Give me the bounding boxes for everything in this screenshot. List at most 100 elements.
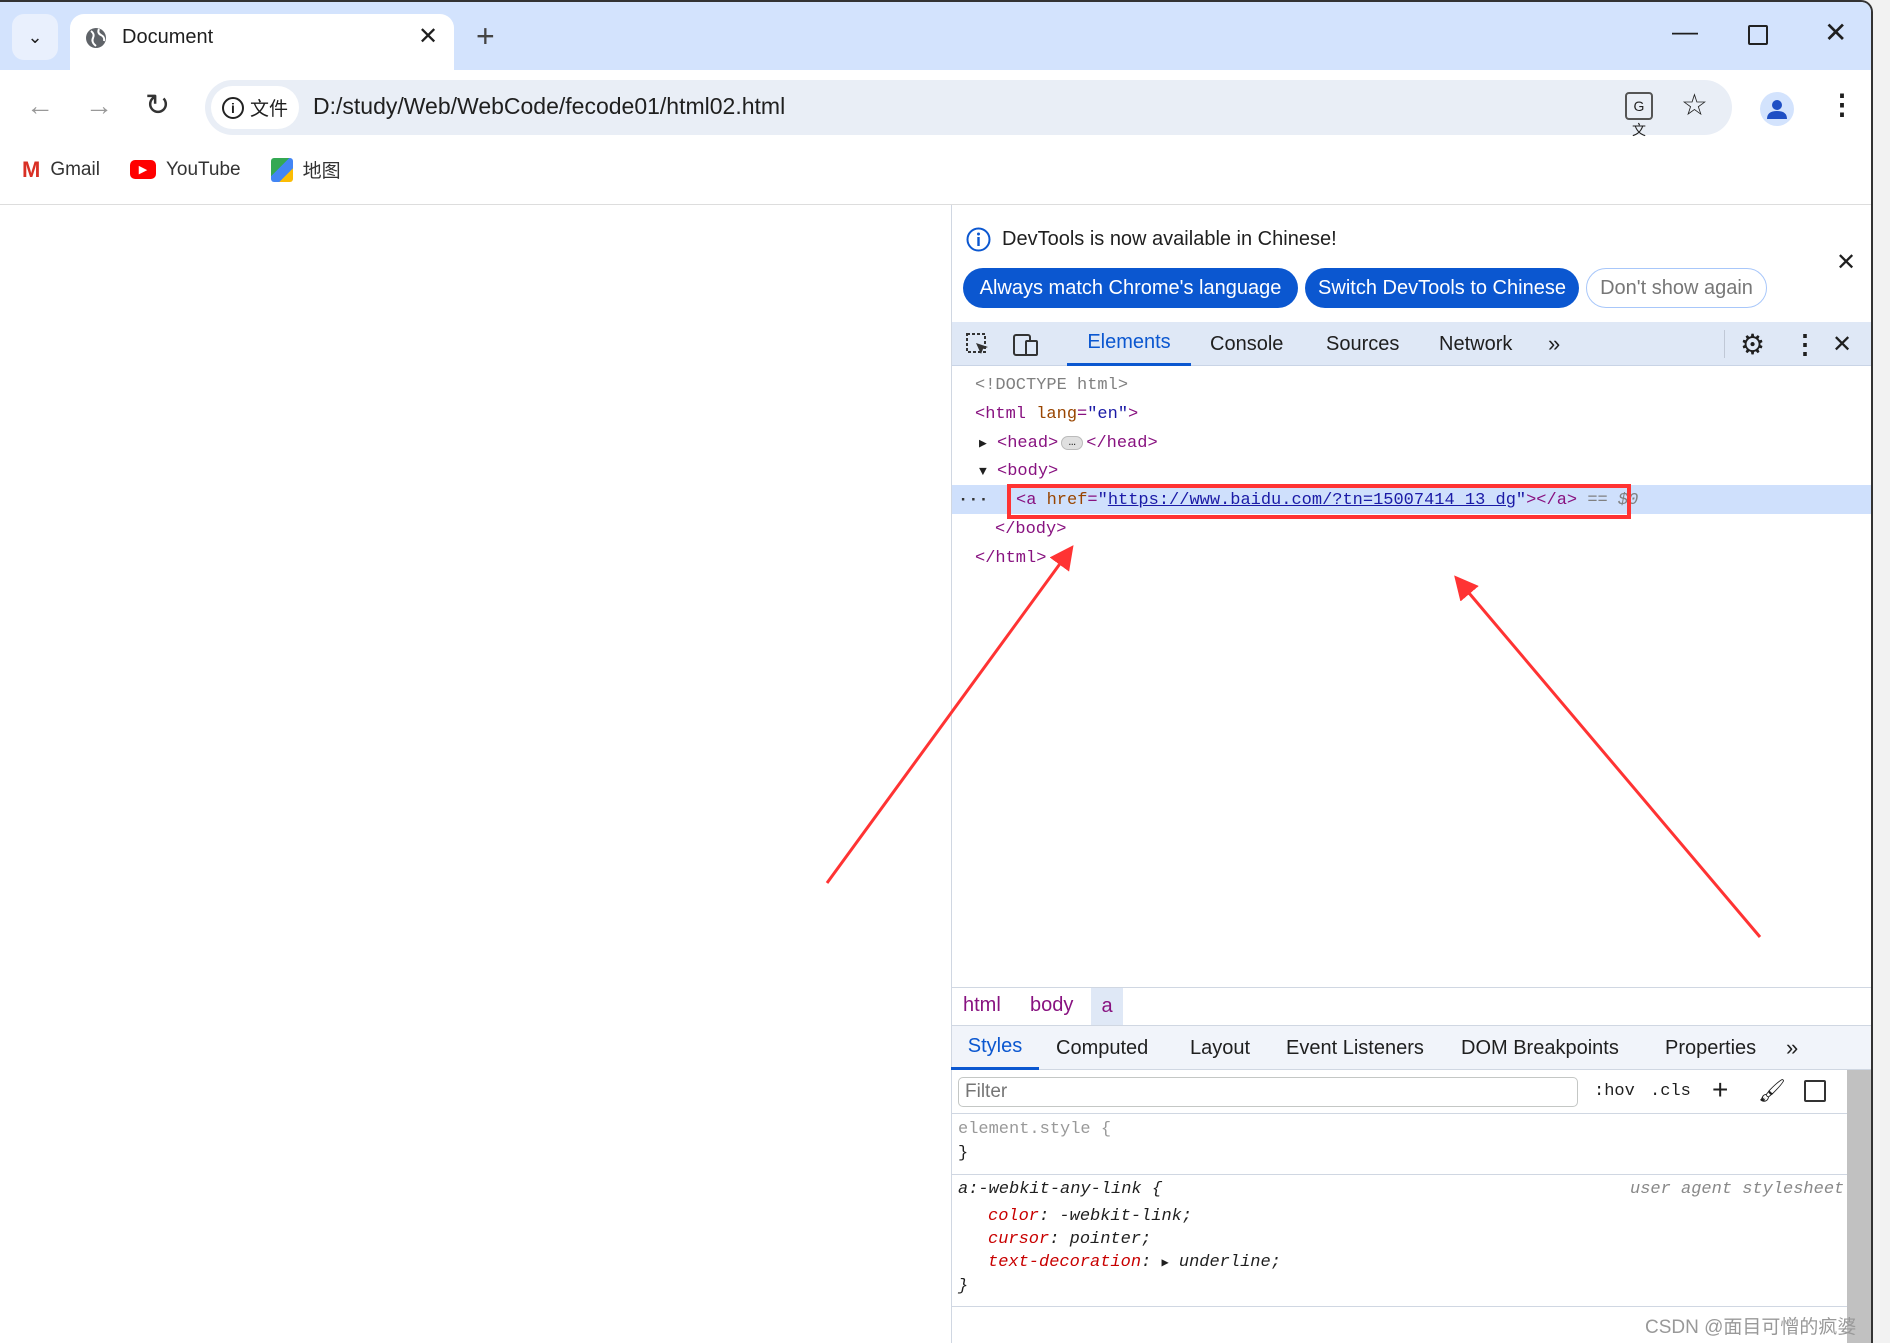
property-name: color <box>988 1207 1040 1226</box>
bookmark-star-icon[interactable]: ☆ <box>1681 88 1708 123</box>
cls-toggle[interactable]: .cls <box>1650 1082 1691 1101</box>
csdn-watermark: CSDN @面目可憎的疯婆子 <box>1645 1317 1857 1338</box>
element-style-selector[interactable]: element.style { <box>958 1120 1111 1139</box>
globe-icon <box>86 28 106 48</box>
inspect-element-icon[interactable] <box>965 332 991 358</box>
attr-name: lang <box>1036 405 1078 424</box>
tab-event-listeners[interactable]: Event Listeners <box>1286 1026 1424 1070</box>
omnibox[interactable]: i 文件 D:/study/Web/WebCode/fecode01/html0… <box>205 80 1732 138</box>
more-tabs-icon[interactable]: » <box>1786 1026 1798 1070</box>
expand-triangle-icon[interactable]: ▶ <box>1161 1256 1168 1270</box>
row-options-icon[interactable]: ··· <box>958 486 989 515</box>
breadcrumb-html[interactable]: html <box>963 994 1001 1017</box>
devtools-menu-icon[interactable]: ⋮ <box>1792 322 1818 366</box>
banner-text: DevTools is now available in Chinese! <box>1002 228 1337 250</box>
tab-elements[interactable]: Elements <box>1067 322 1191 366</box>
tab-layout[interactable]: Layout <box>1190 1026 1250 1070</box>
expand-triangle-icon[interactable]: ▶ <box>979 436 987 451</box>
tag: <html <box>975 405 1027 424</box>
dom-body-node[interactable]: ▼ <body> <box>979 457 1058 486</box>
bookmark-maps[interactable]: 地图 <box>270 156 341 183</box>
rule-selector[interactable]: a:-webkit-any-link { <box>958 1180 1162 1199</box>
eq: = <box>1077 405 1088 424</box>
translate-icon[interactable]: G文 <box>1625 92 1653 138</box>
tab-document[interactable]: Document ✕ <box>70 14 454 72</box>
close-devtools-icon[interactable]: ✕ <box>1832 322 1852 366</box>
breadcrumb-a[interactable]: a <box>1091 988 1123 1025</box>
tab-properties[interactable]: Properties <box>1665 1026 1756 1070</box>
dom-body-close[interactable]: </body> <box>995 515 1066 544</box>
tag: <head> <box>997 434 1059 453</box>
back-icon[interactable]: ← <box>26 90 54 122</box>
tag: > <box>1128 405 1139 424</box>
rule-source: user agent stylesheet <box>1630 1180 1845 1199</box>
url-chip-label: 文件 <box>249 99 288 120</box>
divider <box>952 1113 1847 1114</box>
tab-computed[interactable]: Computed <box>1056 1026 1148 1070</box>
rule-close-brace: } <box>958 1277 969 1296</box>
dom-head-node[interactable]: ▶ <head>… </head> <box>979 429 1158 458</box>
styles-filter-input[interactable] <box>958 1077 1578 1107</box>
url-text[interactable]: D:/study/Web/WebCode/fecode01/html02.htm… <box>313 93 785 120</box>
info-icon: i <box>221 96 244 119</box>
youtube-icon: ▶ <box>129 160 156 179</box>
divider <box>1724 330 1725 358</box>
tab-search-button[interactable]: ⌄ <box>12 14 58 60</box>
tab-dom-breakpoints[interactable]: DOM Breakpoints <box>1461 1026 1619 1070</box>
site-info-chip[interactable]: i 文件 <box>211 86 299 129</box>
maps-icon <box>270 157 293 182</box>
dom-doctype[interactable]: <!DOCTYPE html> <box>975 371 1128 400</box>
chevron-down-icon: ⌄ <box>27 26 43 47</box>
property-name: cursor <box>988 1230 1050 1249</box>
browser-window: ⌄ Document ✕ + — ✕ ← → ↻ i 文件 D:/study/W… <box>0 0 1873 1343</box>
gmail-icon: M <box>22 156 41 182</box>
tab-styles[interactable]: Styles <box>951 1026 1039 1070</box>
bookmark-label: YouTube <box>165 158 241 180</box>
always-match-language-button[interactable]: Always match Chrome's language <box>963 268 1298 308</box>
dom-html-node[interactable]: <html lang="en"> <box>975 400 1138 429</box>
divider <box>952 1174 1847 1175</box>
device-toolbar-icon[interactable] <box>1012 332 1040 358</box>
settings-gear-icon[interactable]: ⚙ <box>1740 322 1765 366</box>
forward-icon[interactable]: → <box>85 90 113 122</box>
switch-devtools-chinese-button[interactable]: Switch DevTools to Chinese <box>1305 268 1579 308</box>
property-value: pointer; <box>1069 1230 1152 1249</box>
rule-close-brace: } <box>958 1144 969 1163</box>
collapse-triangle-icon[interactable]: ▼ <box>979 464 987 479</box>
tab-console[interactable]: Console <box>1210 322 1283 366</box>
reload-icon[interactable]: ↻ <box>145 88 170 123</box>
new-style-rule-icon[interactable]: + <box>1712 1074 1728 1106</box>
bookmark-youtube[interactable]: ▶ YouTube <box>129 158 241 181</box>
highlight-box-annotation <box>1007 484 1631 519</box>
bookmark-label: 地图 <box>302 161 341 182</box>
collapsed-ellipsis-button[interactable]: … <box>1061 435 1084 450</box>
css-property[interactable]: text-decoration: ▶ underline; <box>988 1253 1281 1272</box>
attr-value: "en" <box>1087 405 1129 424</box>
paint-brush-icon[interactable]: 🖌 <box>1758 1078 1786 1104</box>
hov-toggle[interactable]: :hov <box>1594 1082 1635 1101</box>
new-tab-icon[interactable]: + <box>476 18 495 55</box>
dom-html-close[interactable]: </html> <box>975 544 1046 573</box>
tab-network[interactable]: Network <box>1439 322 1512 366</box>
breadcrumb-body[interactable]: body <box>1030 994 1073 1017</box>
profile-avatar[interactable] <box>1760 92 1794 126</box>
close-tab-icon[interactable]: ✕ <box>418 22 438 51</box>
bookmark-gmail[interactable]: M Gmail <box>22 157 100 183</box>
minimize-icon[interactable]: — <box>1672 16 1698 47</box>
more-tabs-icon[interactable]: » <box>1548 322 1560 366</box>
property-name: text-decoration <box>988 1253 1142 1272</box>
tag: <body> <box>997 462 1059 481</box>
styles-scrollbar[interactable] <box>1847 1070 1871 1343</box>
css-property[interactable]: color: -webkit-link; <box>988 1207 1192 1226</box>
bookmark-label: Gmail <box>50 158 100 180</box>
divider <box>952 1306 1847 1307</box>
css-property[interactable]: cursor: pointer; <box>988 1230 1151 1249</box>
property-value: -webkit-link; <box>1059 1207 1193 1226</box>
toggle-sidebar-icon[interactable] <box>1804 1080 1826 1102</box>
dont-show-again-button[interactable]: Don't show again <box>1586 268 1767 308</box>
close-banner-icon[interactable]: ✕ <box>1836 248 1856 277</box>
close-window-icon[interactable]: ✕ <box>1824 16 1847 49</box>
maximize-icon[interactable] <box>1748 25 1768 45</box>
tab-sources[interactable]: Sources <box>1326 322 1399 366</box>
browser-menu-icon[interactable]: ⋮ <box>1828 88 1856 121</box>
